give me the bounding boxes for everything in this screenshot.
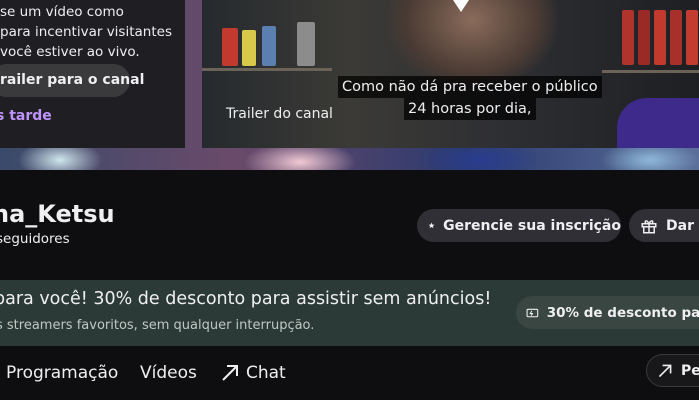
background-figure xyxy=(670,10,682,65)
tab-videos[interactable]: Vídeos xyxy=(140,363,197,383)
follower-count: seguidores xyxy=(0,231,70,247)
presenter-shirt xyxy=(617,98,699,148)
right-action-label: Pe xyxy=(681,362,699,379)
trailer-info-card: se um vídeo como para incentivar visitan… xyxy=(0,0,185,148)
video-label: Trailer do canal xyxy=(226,106,333,122)
discount-button-label: 30% de desconto para xyxy=(546,304,699,321)
gift-icon xyxy=(641,219,657,233)
channel-name[interactable]: na_Ketsu xyxy=(0,200,115,228)
tab-chat[interactable]: Chat xyxy=(220,363,286,383)
tab-schedule[interactable]: Programação xyxy=(6,363,118,383)
gift-subscription-button[interactable]: Dar u xyxy=(629,209,699,242)
video-subtitle-line: 24 horas por dia, xyxy=(404,98,536,120)
background-figure xyxy=(686,10,698,65)
video-subtitle-line: Como não dá pra receber o público xyxy=(338,76,602,98)
later-link[interactable]: s tarde xyxy=(0,108,52,124)
background-figure xyxy=(262,26,276,66)
external-arrow-icon xyxy=(222,365,238,381)
gift-label: Dar u xyxy=(666,217,699,234)
background-figure xyxy=(222,28,238,66)
external-arrow-icon xyxy=(658,364,672,377)
trailer-video-player[interactable] xyxy=(202,0,699,148)
discount-button[interactable]: 30% de desconto para xyxy=(516,296,699,329)
background-figure xyxy=(242,30,256,66)
background-figure xyxy=(622,10,634,65)
background-figure xyxy=(654,10,666,65)
manage-subscription-button[interactable]: Gerencie sua inscrição xyxy=(417,209,621,242)
right-action-button[interactable]: Pe xyxy=(646,354,699,387)
background-shelf xyxy=(602,70,699,73)
set-trailer-button[interactable]: railer para o canal xyxy=(0,64,144,97)
ticket-icon xyxy=(526,308,539,317)
background-figure xyxy=(297,22,315,66)
tab-chat-label: Chat xyxy=(246,363,286,383)
play-icon[interactable] xyxy=(451,0,471,14)
trailer-description-line: se um vídeo como xyxy=(0,4,124,20)
trailer-description-line: para incentivar visitantes xyxy=(0,24,172,40)
trailer-description-line: você estiver ao vivo. xyxy=(0,44,140,60)
background-shelf xyxy=(202,68,332,71)
star-icon xyxy=(428,222,435,229)
manage-subscription-label: Gerencie sua inscrição xyxy=(443,217,621,234)
promo-subtitle: s streamers favoritos, sem qualquer inte… xyxy=(0,318,315,333)
promo-title: para você! 30% de desconto para assistir… xyxy=(0,289,492,309)
trailer-description: se um vídeo como para incentivar visitan… xyxy=(0,2,180,62)
background-figure xyxy=(638,10,650,65)
